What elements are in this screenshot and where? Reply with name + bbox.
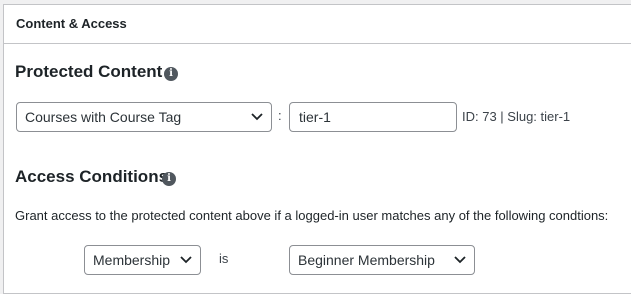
membership-value-select-value: Beginner Membership xyxy=(298,252,435,268)
panel-header: Content & Access xyxy=(4,5,631,44)
course-tag-input[interactable]: tier-1 xyxy=(289,102,457,132)
condition-type-select-value: Membership xyxy=(93,252,171,268)
info-icon[interactable]: i xyxy=(162,172,176,186)
membership-value-select[interactable]: Beginner Membership xyxy=(289,245,475,275)
info-icon[interactable]: i xyxy=(164,67,178,81)
chevron-down-icon xyxy=(454,256,466,264)
chevron-down-icon xyxy=(180,256,192,264)
condition-type-select[interactable]: Membership xyxy=(84,245,201,275)
access-conditions-description: Grant access to the protected content ab… xyxy=(15,208,609,223)
chevron-down-icon xyxy=(251,113,263,121)
content-type-select-value: Courses with Course Tag xyxy=(25,109,182,125)
condition-operator: is xyxy=(219,251,229,266)
separator-colon: : xyxy=(278,108,282,123)
access-conditions-heading: Access Conditions xyxy=(15,167,169,186)
content-type-select[interactable]: Courses with Course Tag xyxy=(16,102,272,132)
protected-content-heading: Protected Content xyxy=(15,62,163,81)
id-slug-text: ID: 73 | Slug: tier-1 xyxy=(462,109,571,124)
panel-title: Content & Access xyxy=(16,16,127,31)
course-tag-input-value: tier-1 xyxy=(299,109,331,125)
